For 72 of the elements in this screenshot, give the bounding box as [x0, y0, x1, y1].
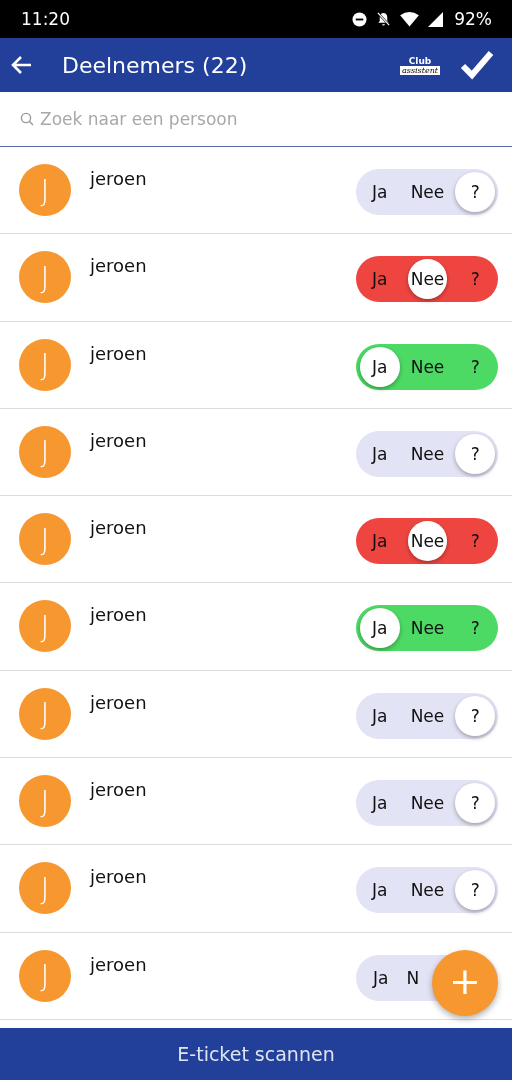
signal-icon: [428, 11, 444, 27]
scan-ticket-button[interactable]: E-ticket scannen: [0, 1028, 512, 1080]
toggle-option[interactable]: Nee: [407, 521, 448, 562]
toggle-option[interactable]: ?: [455, 783, 495, 824]
participant-name: jeroen: [90, 779, 148, 801]
toggle-option[interactable]: Ja: [359, 521, 401, 562]
toggle-option[interactable]: Ja: [359, 433, 401, 474]
avatar: J: [19, 775, 71, 828]
attendance-toggle[interactable]: Ja Nee ?: [356, 430, 498, 477]
avatar: J: [19, 338, 71, 391]
toggle-option[interactable]: ?: [455, 172, 495, 212]
back-arrow-icon[interactable]: [10, 55, 32, 75]
toggle-option[interactable]: Ja: [359, 783, 401, 824]
search-field[interactable]: Zoek naar een persoon: [40, 109, 492, 129]
participant-name: jeroen: [90, 517, 148, 539]
toggle-option[interactable]: Nee: [406, 172, 449, 212]
attendance-toggle[interactable]: Ja Nee ?: [356, 605, 498, 652]
avatar: J: [19, 425, 71, 478]
toggle-option[interactable]: Ja: [359, 695, 401, 736]
toggle-option[interactable]: Nee: [406, 783, 449, 824]
toggle-option[interactable]: Ja: [359, 259, 401, 300]
toggle-option[interactable]: Nee: [406, 608, 449, 649]
attendance-toggle[interactable]: Ja Nee ?: [356, 518, 498, 565]
attendance-toggle[interactable]: Ja Nee ?: [356, 256, 498, 303]
avatar: J: [19, 949, 71, 1002]
toggle-option[interactable]: Nee: [406, 346, 449, 387]
wifi-icon: [400, 11, 420, 27]
toggle-option[interactable]: ?: [455, 870, 495, 911]
clock-time: 11:20: [21, 9, 70, 29]
page-title: Deelnemers (22): [62, 52, 249, 78]
toggle-option[interactable]: Ja: [359, 870, 401, 911]
checkmark-icon[interactable]: [460, 50, 494, 80]
do-not-disturb-icon: [352, 11, 368, 27]
toggle-option[interactable]: Ja: [360, 608, 400, 649]
search-icon: [20, 112, 34, 126]
avatar: J: [19, 600, 71, 653]
participant-name: jeroen: [90, 691, 148, 713]
toggle-option[interactable]: Nee: [407, 259, 448, 300]
avatar: J: [19, 513, 71, 566]
bell-off-icon: [376, 11, 392, 27]
participant-name: jeroen: [90, 604, 148, 626]
battery-percentage: 92%: [454, 9, 492, 29]
avatar: J: [19, 251, 71, 304]
toggle-option[interactable]: ?: [454, 608, 496, 649]
attendance-toggle[interactable]: Ja Nee ?: [356, 343, 498, 390]
attendance-toggle[interactable]: Ja Nee ?: [356, 867, 498, 914]
logo-text: Club: [408, 55, 432, 66]
toggle-option[interactable]: ?: [454, 521, 496, 562]
participant-name: jeroen: [90, 866, 148, 888]
toggle-option[interactable]: Nee: [406, 433, 449, 474]
toggle-option[interactable]: Ja: [367, 957, 395, 998]
participant-name: jeroen: [90, 342, 148, 364]
toggle-option[interactable]: ?: [454, 259, 496, 300]
attendance-toggle[interactable]: Ja Nee ?: [356, 780, 498, 827]
avatar: J: [19, 862, 71, 915]
logo-label: assistent: [400, 65, 440, 75]
toggle-option[interactable]: Ja: [360, 346, 400, 387]
toggle-option[interactable]: Nee: [406, 695, 449, 736]
toggle-option[interactable]: N: [400, 957, 426, 998]
toggle-option[interactable]: ?: [454, 346, 496, 387]
toggle-option[interactable]: ?: [455, 433, 495, 474]
toggle-option[interactable]: Nee: [406, 870, 449, 911]
participant-name: jeroen: [90, 429, 148, 451]
avatar: J: [19, 164, 71, 216]
participant-name: jeroen: [90, 953, 148, 975]
participant-name: jeroen: [90, 255, 148, 277]
avatar: J: [19, 687, 71, 740]
toggle-option[interactable]: Ja: [359, 172, 401, 212]
toggle-option[interactable]: ?: [455, 695, 495, 736]
attendance-toggle[interactable]: Ja Nee ?: [356, 169, 498, 215]
attendance-toggle[interactable]: Ja Nee ?: [356, 692, 498, 739]
participant-name: jeroen: [90, 168, 148, 189]
